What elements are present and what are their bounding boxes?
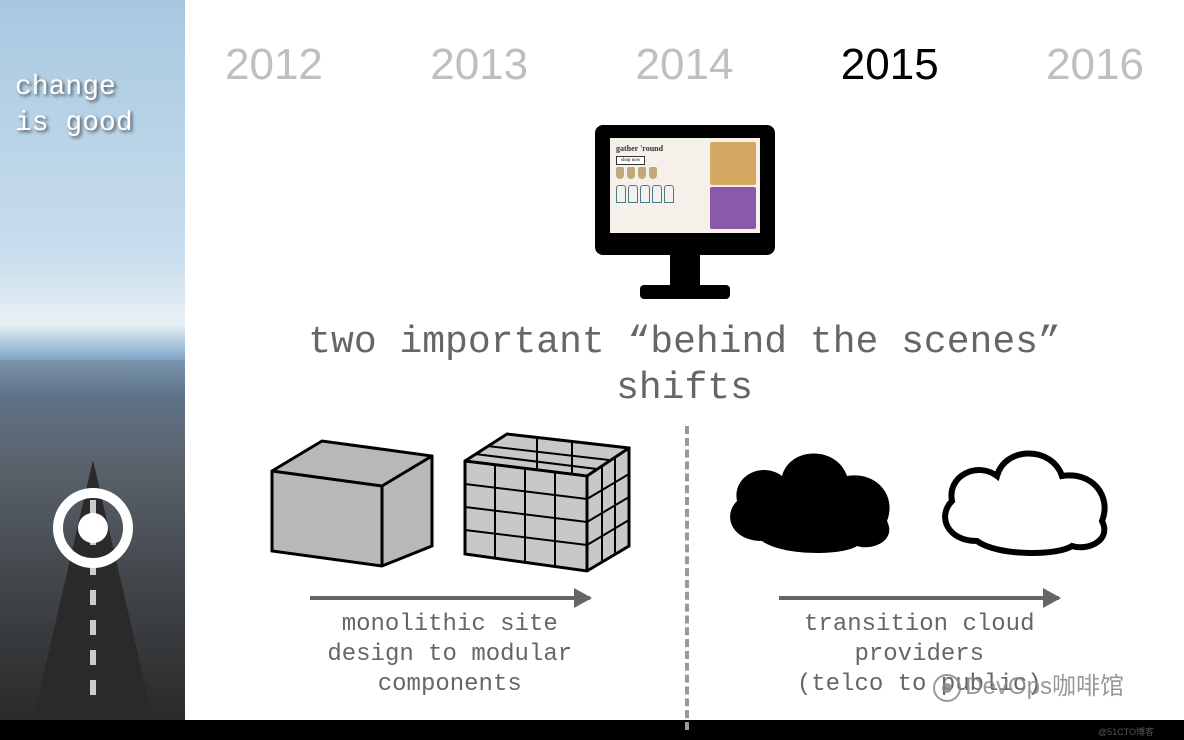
left-caption: monolithic site design to modular compon… xyxy=(327,610,572,700)
headline-line1: two important “behind the scenes” xyxy=(215,320,1154,366)
monitor-graphic: gather 'round shop now xyxy=(215,120,1154,310)
headline-line2: shifts xyxy=(215,366,1154,412)
arrow-icon xyxy=(310,596,590,600)
cloud-outline-icon xyxy=(927,431,1127,571)
grid-cube-icon xyxy=(457,426,637,576)
tagline-line2: is good xyxy=(15,106,133,142)
tagline: change is good xyxy=(15,70,133,143)
column-divider xyxy=(685,426,689,730)
arrow-icon xyxy=(779,596,1059,600)
year-2016: 2016 xyxy=(1046,40,1144,90)
left-column: monolithic site design to modular compon… xyxy=(215,426,685,700)
slide: change is good 2012 2013 2014 2015 2016 … xyxy=(0,0,1184,720)
main-content: 2012 2013 2014 2015 2016 gather 'round s… xyxy=(185,0,1184,720)
footer-note: @51CTO博客 xyxy=(1098,725,1154,738)
cloud-filled-icon xyxy=(712,431,912,571)
right-column: transition cloud providers (telco to pub… xyxy=(685,426,1155,700)
target-logo xyxy=(53,488,133,568)
sidebar: change is good xyxy=(0,0,185,720)
cloud-transition-graphic xyxy=(712,426,1127,576)
screen-headline: gather 'round xyxy=(616,144,708,153)
timeline: 2012 2013 2014 2015 2016 xyxy=(215,40,1154,90)
year-2013: 2013 xyxy=(430,40,528,90)
screen-button: shop now xyxy=(616,156,645,165)
columns: monolithic site design to modular compon… xyxy=(215,426,1154,700)
slide-headline: two important “behind the scenes” shifts xyxy=(215,320,1154,411)
tagline-line1: change xyxy=(15,70,133,106)
year-2015: 2015 xyxy=(841,40,939,90)
monolith-to-modular-graphic xyxy=(262,426,637,576)
watermark-icon xyxy=(933,674,961,702)
year-2014: 2014 xyxy=(636,40,734,90)
watermark: DevOps咖啡馆 xyxy=(933,666,1124,702)
year-2012: 2012 xyxy=(225,40,323,90)
computer-icon: gather 'round shop now xyxy=(575,120,795,310)
cube-icon xyxy=(262,431,442,571)
